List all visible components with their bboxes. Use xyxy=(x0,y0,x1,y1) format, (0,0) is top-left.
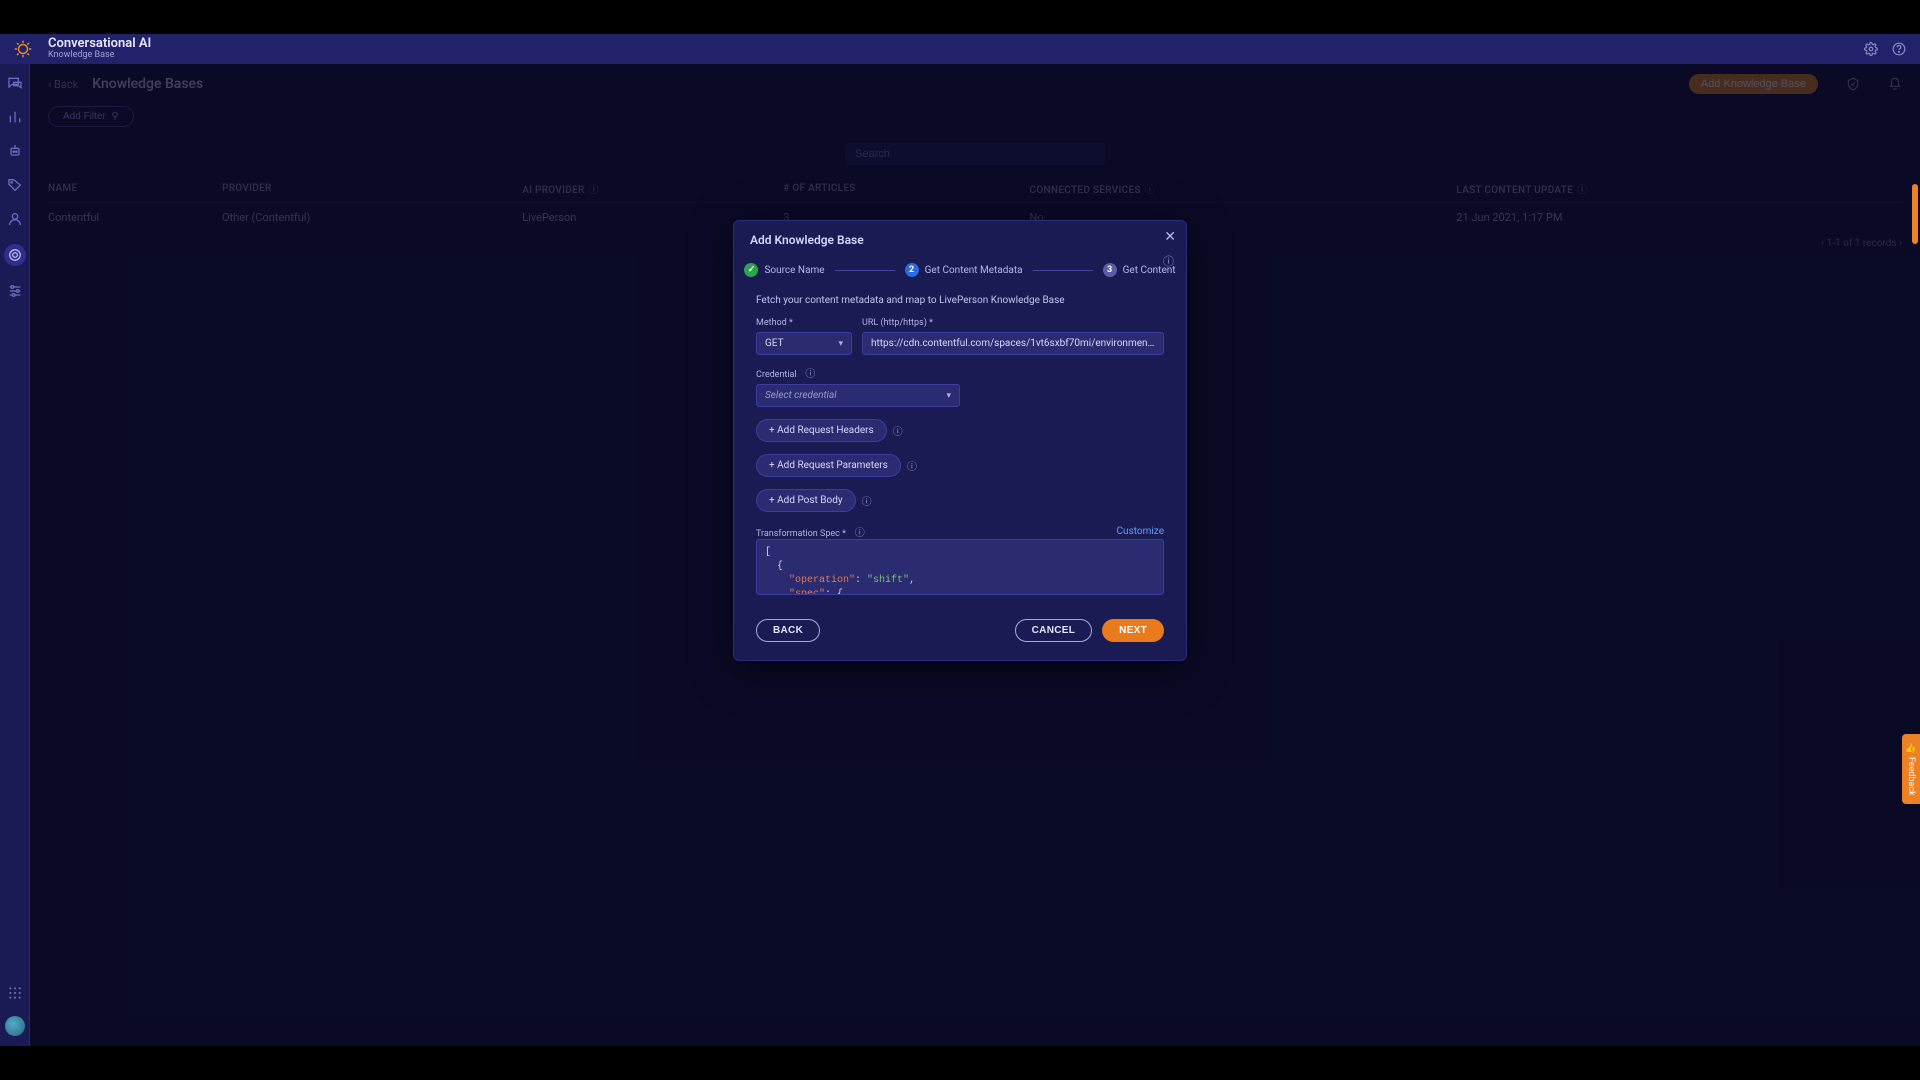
method-select[interactable]: GET ▾ xyxy=(756,332,852,355)
customize-link[interactable]: Customize xyxy=(1117,526,1164,537)
feedback-tab[interactable]: 👍Feedback xyxy=(1902,734,1920,804)
stepper: ✓ Source Name 2 Get Content Metadata 3 G… xyxy=(734,247,1186,287)
step-number-icon: 3 xyxy=(1103,263,1117,277)
step-number-icon: 2 xyxy=(905,263,919,277)
modal-description: Fetch your content metadata and map to L… xyxy=(756,295,1164,306)
url-label: URL (http/https) * xyxy=(862,318,1164,328)
add-post-body-button[interactable]: + Add Post Body xyxy=(756,489,856,512)
credential-select[interactable]: Select credential ▾ xyxy=(756,384,960,407)
chevron-down-icon: ▾ xyxy=(838,339,843,349)
modal-title: Add Knowledge Base xyxy=(734,221,1186,247)
step-source-name: ✓ Source Name xyxy=(744,263,824,277)
info-icon[interactable]: ⓘ xyxy=(855,528,865,539)
brand-logo-icon xyxy=(14,40,32,58)
add-kb-modal: ✕ ⓘ Add Knowledge Base ✓ Source Name 2 G… xyxy=(733,220,1187,661)
info-icon[interactable]: ⓘ xyxy=(805,369,815,380)
check-icon: ✓ xyxy=(744,263,758,277)
transformation-spec-editor[interactable]: [ { "operation": "shift", "spec": { "ite… xyxy=(756,539,1164,595)
top-bar: Conversational AI Knowledge Base xyxy=(0,34,1920,64)
help-icon[interactable] xyxy=(1892,42,1906,56)
app-subtitle: Knowledge Base xyxy=(48,51,151,61)
method-label: Method * xyxy=(756,318,852,328)
credential-label: Credential xyxy=(756,370,797,380)
tspec-label: Transformation Spec * xyxy=(756,529,846,539)
info-icon[interactable]: ⓘ xyxy=(907,458,917,473)
step-get-metadata: 2 Get Content Metadata xyxy=(905,263,1023,277)
add-headers-button[interactable]: + Add Request Headers xyxy=(756,419,887,442)
settings-icon[interactable] xyxy=(1864,42,1878,56)
close-icon[interactable]: ✕ xyxy=(1164,229,1176,245)
cancel-button[interactable]: CANCEL xyxy=(1015,619,1092,642)
next-button[interactable]: NEXT xyxy=(1102,619,1164,642)
info-icon[interactable]: ⓘ xyxy=(862,493,872,508)
app-title: Conversational AI xyxy=(48,37,151,51)
info-icon[interactable]: ⓘ xyxy=(1163,253,1174,269)
url-input[interactable]: https://cdn.contentful.com/spaces/1vt6sx… xyxy=(862,332,1164,355)
modal-backdrop: ✕ ⓘ Add Knowledge Base ✓ Source Name 2 G… xyxy=(0,64,1920,1046)
add-params-button[interactable]: + Add Request Parameters xyxy=(756,454,901,477)
info-icon[interactable]: ⓘ xyxy=(893,423,903,438)
scrollbar-handle[interactable] xyxy=(1912,184,1918,244)
back-button[interactable]: BACK xyxy=(756,619,820,642)
chevron-down-icon: ▾ xyxy=(946,391,951,401)
